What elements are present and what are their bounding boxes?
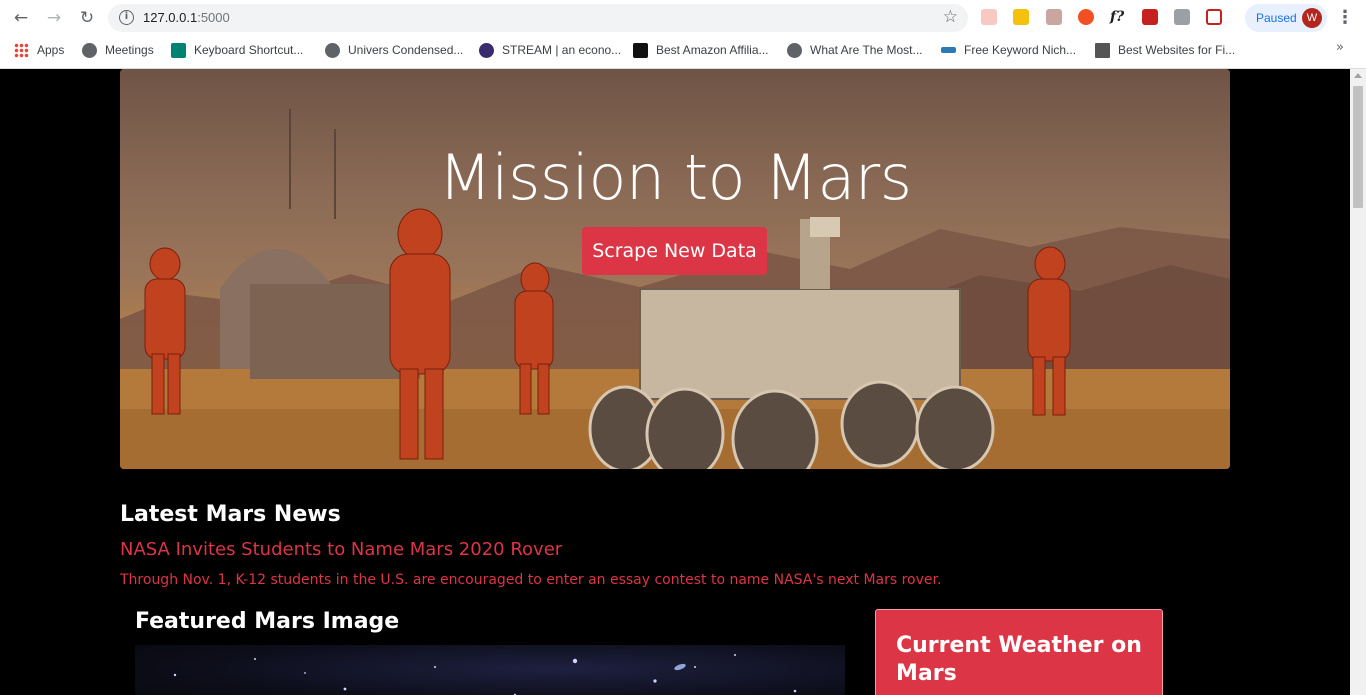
bing-icon <box>171 42 186 58</box>
bookmark-label: Keyboard Shortcut... <box>194 43 304 57</box>
extension-formula-icon[interactable]: f? <box>1110 9 1126 25</box>
bookmark-label: Best Amazon Affilia... <box>656 43 769 57</box>
profile-status: Paused <box>1256 11 1297 25</box>
bookmark-label: Apps <box>37 43 65 57</box>
extension-pdf-icon[interactable] <box>1046 9 1062 25</box>
bookmark-label: Meetings <box>105 43 154 57</box>
url-port: :5000 <box>197 10 230 25</box>
ta-icon <box>633 42 648 58</box>
scroll-up-arrow-icon[interactable] <box>1354 73 1362 78</box>
extension-note-icon[interactable] <box>1013 9 1029 25</box>
reload-icon[interactable]: ↻ <box>75 6 99 30</box>
extension-circle-icon[interactable] <box>1078 9 1094 25</box>
globe-icon <box>82 42 97 58</box>
site-icon <box>1095 42 1110 58</box>
bookmark-star-icon[interactable]: ☆ <box>943 7 958 27</box>
extension-adobe-icon[interactable] <box>1142 9 1158 25</box>
news-teaser: Through Nov. 1, K-12 students in the U.S… <box>120 572 942 588</box>
bookmark-meetings[interactable]: Meetings <box>82 38 154 62</box>
bookmarks-bar: Apps Meetings Keyboard Shortcut... Unive… <box>0 38 1366 62</box>
hero-jumbotron: Mission to Mars Scrape New Data <box>120 69 1230 469</box>
page-scrollbar[interactable] <box>1350 69 1366 695</box>
url-text[interactable]: 127.0.0.1:5000 <box>143 10 230 25</box>
apps-grid-icon <box>14 42 29 58</box>
bookmark-label: Best Websites for Fi... <box>1118 43 1236 57</box>
scrape-new-data-button[interactable]: Scrape New Data <box>582 227 767 275</box>
stream-icon <box>479 42 494 58</box>
page-content: Mission to Mars Scrape New Data Latest M… <box>0 69 1350 695</box>
site-info-icon[interactable]: i <box>119 10 134 25</box>
browser-toolbar: ← → ↻ i 127.0.0.1:5000 ☆ f? Paused W ⋮ <box>0 0 1366 36</box>
bookmark-label: Univers Condensed... <box>348 43 464 57</box>
bookmark-apps[interactable]: Apps <box>14 38 64 62</box>
featured-image-heading: Featured Mars Image <box>135 609 400 634</box>
extension-pocket-icon[interactable] <box>1206 9 1222 25</box>
bookmark-what-are-the-most[interactable]: What Are The Most... <box>787 38 923 62</box>
forward-arrow-icon[interactable]: → <box>42 6 66 30</box>
globe-icon <box>325 42 340 58</box>
weather-card: Current Weather on Mars <box>875 609 1163 695</box>
news-section-heading: Latest Mars News <box>120 502 341 527</box>
bookmark-stream[interactable]: STREAM | an econo... <box>479 38 621 62</box>
bookmark-best-websites[interactable]: Best Websites for Fi... <box>1095 38 1235 62</box>
bookmark-label: Free Keyword Nich... <box>964 43 1077 57</box>
extension-code-icon[interactable] <box>1174 9 1190 25</box>
browser-menu-icon[interactable]: ⋮ <box>1336 6 1354 30</box>
bookmark-best-amazon[interactable]: Best Amazon Affilia... <box>633 38 769 62</box>
bookmark-label: STREAM | an econo... <box>502 43 622 57</box>
extension-cast-icon[interactable] <box>981 9 997 25</box>
featured-mars-image[interactable] <box>135 645 845 695</box>
back-arrow-icon[interactable]: ← <box>9 6 33 30</box>
bookmarks-overflow-icon[interactable]: » <box>1336 40 1344 55</box>
browser-chrome: ← → ↻ i 127.0.0.1:5000 ☆ f? Paused W ⋮ A… <box>0 0 1366 69</box>
bookmark-free-keyword[interactable]: Free Keyword Nich... <box>941 38 1076 62</box>
bookmark-univers-condensed[interactable]: Univers Condensed... <box>325 38 463 62</box>
wave-icon <box>941 47 956 53</box>
globe-icon <box>787 42 802 58</box>
page-title: Mission to Mars <box>438 141 912 214</box>
url-host: 127.0.0.1 <box>143 10 198 25</box>
profile-button[interactable]: Paused W <box>1245 4 1327 32</box>
avatar: W <box>1302 8 1322 28</box>
scrollbar-thumb[interactable] <box>1353 86 1363 208</box>
bookmark-keyboard-shortcut[interactable]: Keyboard Shortcut... <box>171 38 303 62</box>
address-bar[interactable]: i 127.0.0.1:5000 ☆ <box>108 4 968 32</box>
weather-heading: Current Weather on Mars <box>896 633 1142 686</box>
news-title: NASA Invites Students to Name Mars 2020 … <box>120 539 563 560</box>
galaxy-starfield <box>173 654 797 695</box>
bookmark-label: What Are The Most... <box>810 43 923 57</box>
